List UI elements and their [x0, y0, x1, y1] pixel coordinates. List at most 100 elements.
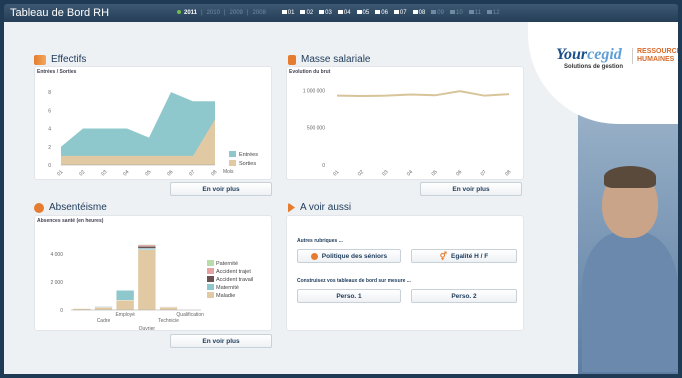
effectifs-title: Effectifs [34, 54, 86, 65]
rh-label-line2: HUMAINES [637, 56, 675, 63]
x-tick-label: 03 [381, 169, 389, 177]
absenteisme-more-button[interactable]: En voir plus [170, 334, 272, 348]
x-tick-label: 07 [188, 169, 196, 177]
people-icon [34, 54, 46, 65]
x-tick-label: 01 [56, 169, 64, 177]
masse-more-button[interactable]: En voir plus [420, 182, 522, 196]
x-tick-label: 08 [210, 169, 218, 177]
month-07[interactable]: 07 [391, 10, 410, 16]
absenteisme-title-text: Absentéisme [49, 202, 107, 213]
politique-seniors-button[interactable]: Politique des séniors [297, 249, 401, 263]
app-window: Tableau de Bord RH 2011 | 2010 | 2009 | 2008 0… [0, 0, 682, 378]
month-label: 07 [399, 10, 407, 16]
x-axis-label: Mois [223, 169, 234, 175]
legend-swatch [229, 151, 236, 157]
rh-label: RESSOURCESHUMAINES [632, 48, 678, 64]
y-tick-label: 6 [48, 108, 51, 114]
absenteisme-title: Absentéisme [34, 202, 107, 213]
month-10[interactable]: 10 [447, 10, 466, 16]
year-2011[interactable]: 2011 [174, 10, 200, 16]
bar-segment [137, 244, 156, 247]
x-tick-label: 05 [144, 169, 152, 177]
x-tick-label: 06 [166, 169, 174, 177]
year-2008[interactable]: 2008 [249, 10, 268, 16]
legend-label: Maladie [216, 293, 235, 299]
y-tick-label: 0 [322, 163, 325, 169]
perso1-button[interactable]: Perso. 1 [297, 289, 401, 303]
masse-title-text: Masse salariale [301, 54, 371, 65]
effectifs-more-button[interactable]: En voir plus [170, 182, 272, 196]
legend-swatch [207, 260, 214, 266]
y-tick-label: 0 [48, 163, 51, 169]
month-08[interactable]: 08 [410, 10, 429, 16]
x-tick-label: 04 [406, 169, 414, 177]
app-title: Tableau de Bord RH [10, 7, 110, 19]
bar-segment [94, 307, 113, 311]
brand-tagline: Solutions de gestion [564, 64, 624, 70]
year-2010[interactable]: 2010 [204, 10, 223, 16]
masse-title: Masse salariale [288, 54, 370, 65]
month-05[interactable]: 05 [354, 10, 373, 16]
month-12[interactable]: 12 [484, 10, 503, 16]
rh-label-line1: RESSOURCES [637, 48, 678, 55]
legend-label: Maternité [216, 285, 239, 291]
month-01[interactable]: 01 [279, 10, 298, 16]
avoir-title-text: A voir aussi [300, 202, 352, 213]
x-tick-label: Qualification [176, 312, 204, 318]
month-marker-icon [281, 10, 287, 14]
legend-label: Sorties [239, 161, 256, 167]
y-tick-label: 500 000 [307, 126, 325, 132]
person-body [582, 232, 678, 372]
y-tick-label: 8 [48, 90, 51, 96]
x-tick-label: 04 [122, 169, 130, 177]
month-label: 05 [362, 10, 370, 16]
senior-icon [310, 252, 318, 260]
x-tick-label: 01 [332, 169, 340, 177]
month-03[interactable]: 03 [316, 10, 335, 16]
x-tick-label: 02 [357, 169, 365, 177]
month-11[interactable]: 11 [466, 10, 484, 16]
legend-swatch [207, 268, 214, 274]
x-tick-label: 05 [430, 169, 438, 177]
year-2009[interactable]: 2009 [227, 10, 246, 16]
perso2-button[interactable]: Perso. 2 [411, 289, 517, 303]
portrait-photo [578, 82, 678, 374]
month-06[interactable]: 06 [372, 10, 391, 16]
autres-rubriques-label: Autres rubriques ... [297, 238, 343, 244]
absenteisme-chart: 02 0004 000Agent de maîtriseCadreEmployé… [50, 244, 253, 330]
month-04[interactable]: 04 [335, 10, 354, 16]
construisez-label: Construisez vos tableaux de bord sur mes… [297, 278, 411, 284]
month-09[interactable]: 09 [428, 10, 447, 16]
x-tick-label: Employé [115, 312, 135, 318]
x-tick-label: Technicie [158, 318, 179, 324]
legend-label: Entrées [239, 152, 258, 158]
month-label: 06 [381, 10, 388, 16]
month-marker-icon [486, 10, 492, 14]
brand-logo-part-a: Your [556, 46, 588, 63]
month-label: 01 [287, 10, 295, 16]
politique-seniors-label: Politique des séniors [321, 252, 388, 260]
year-label: 2011 [184, 10, 198, 16]
month-marker-icon [393, 10, 399, 14]
x-tick-label: 06 [455, 169, 463, 177]
dashboard: Yourcegid Solutions de gestion RESSOURCE… [4, 22, 678, 374]
money-bag-icon [288, 54, 296, 65]
y-tick-label: 1 000 000 [303, 88, 325, 94]
area-series-0 [61, 92, 215, 165]
month-02[interactable]: 02 [297, 10, 316, 16]
legend-swatch [207, 284, 214, 290]
effectifs-chart: 0246801 02 03 04 05 06 07 08 MoisEntréesSorties [48, 90, 258, 177]
x-tick-label: 07 [480, 169, 488, 177]
brand-logo-part-b: cegid [587, 46, 622, 63]
month-marker-icon [319, 10, 325, 14]
month-marker-icon [431, 10, 437, 14]
line-series [336, 90, 510, 98]
masse-chart: 0500 0001 000 0000102030405060708Mois [303, 88, 513, 177]
year-label: 2010 [206, 10, 220, 16]
person-hair [604, 166, 656, 188]
bar-segment [159, 307, 178, 311]
month-label: 10 [455, 10, 463, 16]
egalite-button[interactable]: ⚥ Egalité H / F [411, 249, 517, 263]
legend-swatch [229, 160, 236, 166]
legend-swatch [207, 276, 214, 282]
